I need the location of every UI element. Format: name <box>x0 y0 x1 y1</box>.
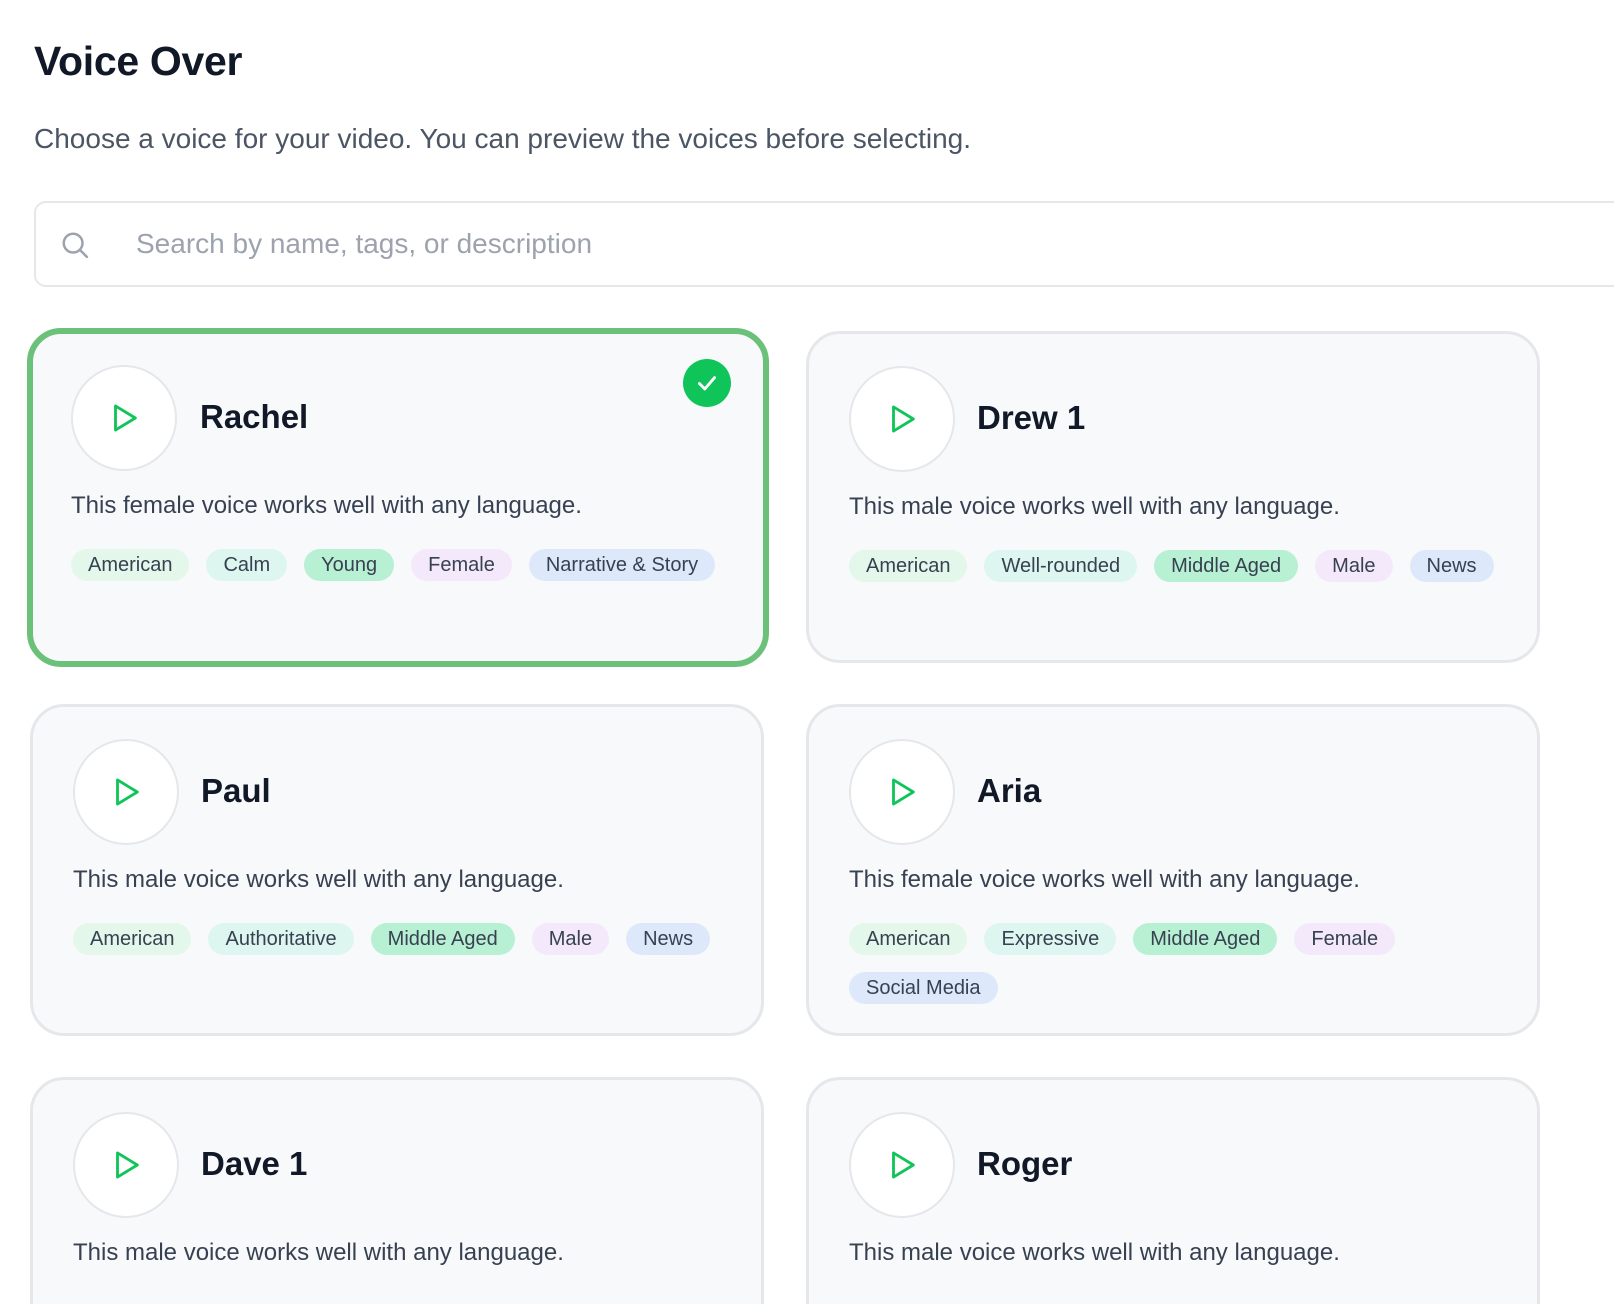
voice-name: Dave 1 <box>201 1145 308 1182</box>
voice-description: This female voice works well with any la… <box>849 866 1360 893</box>
tag-style: Well-rounded <box>984 550 1138 582</box>
tag-accent: American <box>849 550 968 582</box>
search-input[interactable] <box>136 203 1436 285</box>
voice-tags: American Well-rounded Middle Aged Male N… <box>849 550 1509 582</box>
play-icon <box>892 1151 915 1179</box>
tag-style: Expressive <box>984 923 1117 955</box>
tag-age: Middle Aged <box>370 923 515 955</box>
voice-description: This male voice works well with any lang… <box>849 493 1340 520</box>
tag-use-case: Narrative & Story <box>528 549 716 581</box>
search-box[interactable] <box>34 201 1614 287</box>
tag-accent: American <box>73 923 192 955</box>
voice-description: This male voice works well with any lang… <box>73 866 564 893</box>
play-preview-button[interactable] <box>71 365 177 471</box>
selected-check-icon <box>683 359 731 407</box>
tag-use-case: Social Media <box>849 972 998 1004</box>
tag-accent: American <box>849 923 968 955</box>
voice-card-roger[interactable]: Roger This male voice works well with an… <box>806 1077 1540 1304</box>
play-icon <box>116 1151 139 1179</box>
voice-over-page: Voice Over Choose a voice for your video… <box>0 0 1614 1304</box>
voice-name: Aria <box>977 772 1042 809</box>
voice-name: Drew 1 <box>977 399 1086 436</box>
tag-style: Authoritative <box>208 923 354 955</box>
voice-description: This male voice works well with any lang… <box>73 1239 564 1266</box>
tag-gender: Male <box>1315 550 1393 582</box>
search-icon <box>62 232 89 259</box>
tag-use-case: News <box>1409 550 1494 582</box>
play-icon <box>892 405 915 433</box>
play-icon <box>114 404 137 432</box>
play-preview-button[interactable] <box>849 366 955 472</box>
play-preview-button[interactable] <box>849 739 955 845</box>
voice-card-drew-1[interactable]: Drew 1 This male voice works well with a… <box>806 331 1540 663</box>
voice-name: Paul <box>201 772 271 809</box>
tag-gender: Female <box>1294 923 1396 955</box>
play-icon <box>892 778 915 806</box>
play-icon <box>116 778 139 806</box>
tag-age: Young <box>304 549 395 581</box>
page-subtitle: Choose a voice for your video. You can p… <box>34 123 972 154</box>
tag-style: Calm <box>206 549 288 581</box>
tag-accent: American <box>71 549 190 581</box>
voice-description: This male voice works well with any lang… <box>849 1239 1340 1266</box>
play-preview-button[interactable] <box>73 739 179 845</box>
voice-card-dave-1[interactable]: Dave 1 This male voice works well with a… <box>30 1077 764 1304</box>
tag-gender: Male <box>531 923 610 955</box>
voice-card-rachel[interactable]: Rachel This female voice works well with… <box>27 328 769 667</box>
voice-tags: American Expressive Middle Aged Female S… <box>849 923 1509 1004</box>
tag-use-case: News <box>626 923 711 955</box>
voice-description: This female voice works well with any la… <box>71 492 582 519</box>
page-title: Voice Over <box>34 38 243 84</box>
tag-age: Middle Aged <box>1154 550 1299 582</box>
voice-card-aria[interactable]: Aria This female voice works well with a… <box>806 704 1540 1036</box>
tag-age: Middle Aged <box>1133 923 1278 955</box>
play-preview-button[interactable] <box>73 1112 179 1218</box>
voice-tags: American Authoritative Middle Aged Male … <box>73 923 733 955</box>
tag-gender: Female <box>411 549 512 581</box>
voice-card-paul[interactable]: Paul This male voice works well with any… <box>30 704 764 1036</box>
voice-name: Rachel <box>200 398 309 435</box>
voice-name: Roger <box>977 1145 1073 1182</box>
voice-tags: American Calm Young Female Narrative & S… <box>71 549 731 581</box>
play-preview-button[interactable] <box>849 1112 955 1218</box>
